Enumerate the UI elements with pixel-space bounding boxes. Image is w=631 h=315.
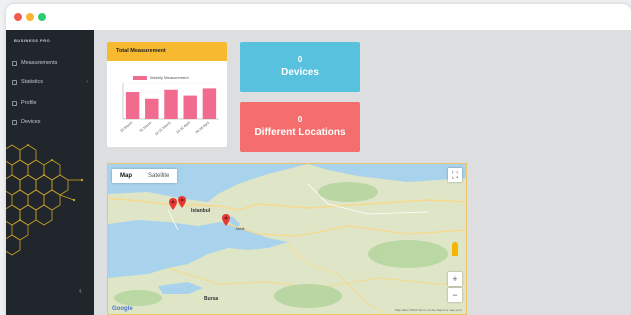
locations-label: Different Locations [254,127,346,138]
brand-title: BUSINESS PRO [14,38,51,43]
maximize-window-button[interactable] [38,13,46,21]
map-marker-icon[interactable] [169,198,177,210]
map-canvas[interactable] [108,164,467,315]
sidebar-item-profile[interactable]: Profile [12,96,92,110]
street-view-pegman-icon[interactable] [452,242,458,256]
map-terms-link[interactable]: Map data ©2020 Terms of Use Report a map… [395,308,462,312]
title-bar [6,4,631,30]
close-window-button[interactable] [14,13,22,21]
tab-satellite[interactable]: Satellite [140,169,177,183]
map-view[interactable]: Map Satellite ⛶ + − Istanbul Bursa Izmit [107,163,467,315]
card-title: Total Measurement [107,42,227,61]
chart-tick-label: 20-26 April [195,121,211,135]
sidebar-item-measurements[interactable]: Measurements [12,56,92,70]
sidebar: BUSINESS PRO Measurements Statistics › P… [6,30,94,315]
chart-tick-label: 31 March [139,121,153,133]
sidebar-item-statistics[interactable]: Statistics › [12,75,92,89]
device-icon [12,119,17,125]
devices-label: Devices [281,67,319,78]
chart-tick-label: 14-21 March [154,121,172,137]
devices-stat-card[interactable]: 0 Devices [240,42,360,92]
map-label-bursa: Bursa [204,296,219,302]
locations-stat-card[interactable]: 0 Different Locations [240,102,360,152]
hexagon-pattern-decoration [6,144,84,256]
app-window: BUSINESS PRO Measurements Statistics › P… [6,4,631,315]
sidebar-item-label: Measurements [21,60,58,66]
map-marker-icon[interactable] [178,196,186,208]
tab-map[interactable]: Map [112,169,140,183]
zoom-out-button[interactable]: − [448,288,462,302]
google-logo: Google [112,306,133,312]
minimize-window-button[interactable] [26,13,34,21]
chart-bar[interactable] [202,88,217,119]
total-measurement-card: Total Measurement Weekly Measurement 24 … [107,42,227,147]
chart-icon [12,79,17,85]
chart-bar[interactable] [183,95,197,119]
sidebar-item-label: Statistics [21,79,44,85]
user-icon [12,100,17,106]
map-marker-icon[interactable] [222,214,230,226]
sidebar-item-label: Profile [21,100,37,106]
map-label-izmit: Izmit [236,226,245,231]
measurement-bar-chart: 24 March 31 March 14-21 March 15-22 April 20… [119,82,219,137]
sidebar-item-devices[interactable]: Devices [12,115,92,129]
fullscreen-button[interactable]: ⛶ [448,168,462,182]
chart-bar[interactable] [125,92,140,119]
chart-tick-label: 15-22 April [175,121,191,135]
collapse-sidebar-button[interactable]: ‹ [79,286,82,295]
locations-count: 0 [297,115,303,124]
map-type-tabs: Map Satellite [112,169,178,183]
gauge-icon [12,60,17,66]
sidebar-item-label: Devices [21,119,41,125]
map-label-istanbul: Istanbul [191,208,211,214]
chart-tick-label: 24 March [119,121,133,133]
chevron-right-icon: › [86,79,88,85]
chart-bar[interactable] [145,98,159,119]
devices-count: 0 [297,55,303,64]
zoom-in-button[interactable]: + [448,272,462,286]
chart-bar[interactable] [164,89,178,119]
main-content: Total Measurement Weekly Measurement 24 … [94,30,631,315]
